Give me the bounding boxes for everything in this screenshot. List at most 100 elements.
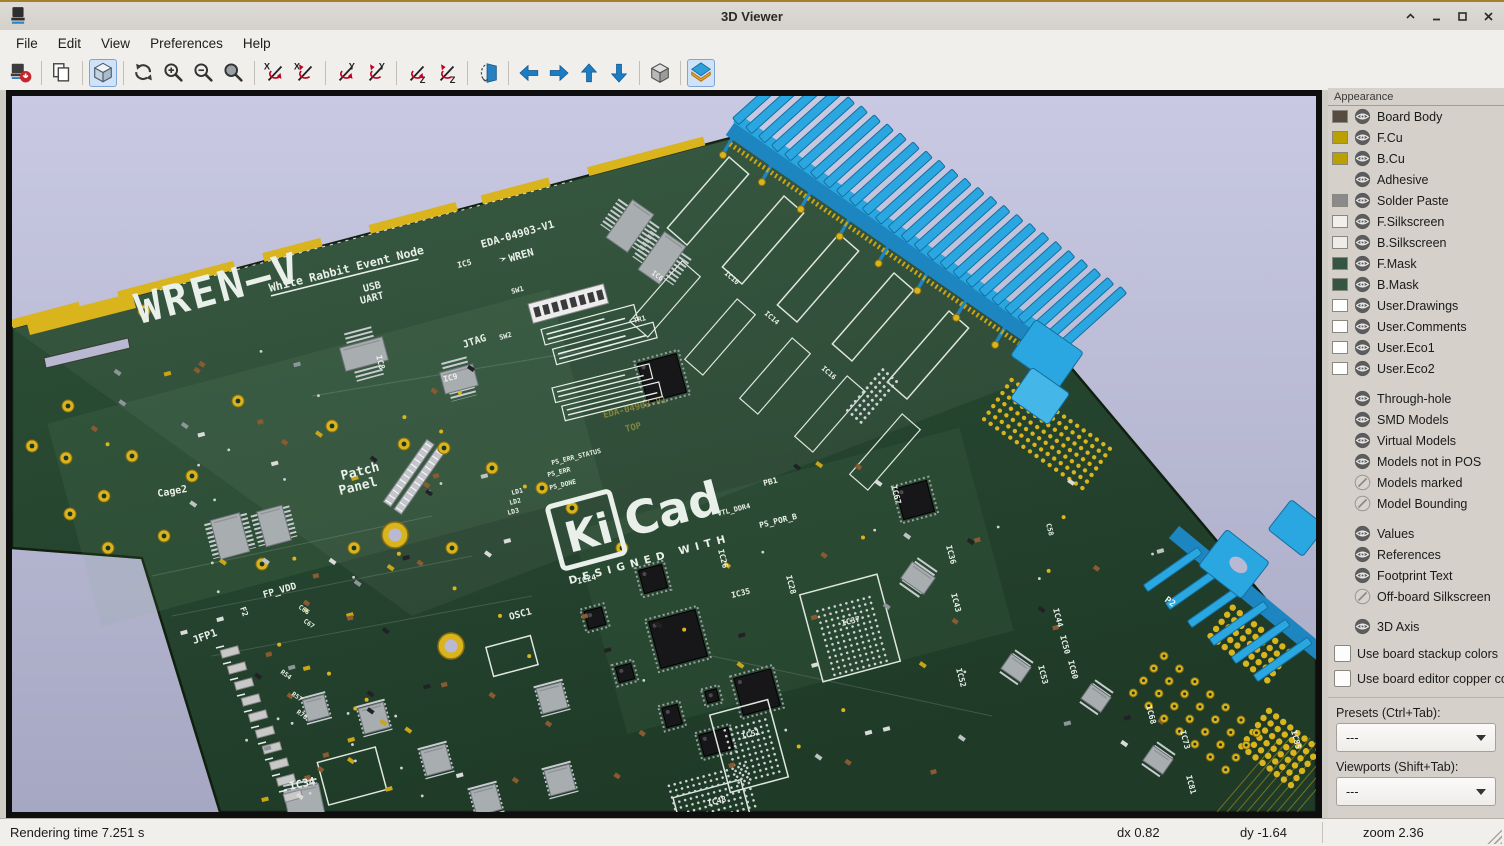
- layer-visibility-toggle[interactable]: [1354, 171, 1371, 188]
- layer-color-swatch[interactable]: [1332, 110, 1348, 123]
- toolbar-pan-up[interactable]: [575, 59, 603, 87]
- visibility-eye-icon: [1354, 432, 1371, 449]
- layer-row-values: Values: [1328, 523, 1504, 544]
- toolbar-rotate-z-clockwise[interactable]: Z: [403, 59, 431, 87]
- visibility-eye-icon: [1354, 297, 1371, 314]
- toolbar-copy-image[interactable]: [48, 59, 76, 87]
- shade-window-button[interactable]: [1400, 7, 1420, 25]
- layer-visibility-toggle[interactable]: [1354, 339, 1371, 356]
- toolbar-rotate-y-counterclockwise[interactable]: Y: [362, 59, 390, 87]
- layer-visibility-toggle[interactable]: [1354, 390, 1371, 407]
- layer-visibility-toggle[interactable]: [1354, 567, 1371, 584]
- checkbox-box[interactable]: [1334, 645, 1351, 662]
- layer-row-user-eco2: User.Eco2: [1328, 358, 1504, 379]
- menu-view[interactable]: View: [91, 33, 140, 54]
- layer-label: SMD Models: [1377, 413, 1449, 427]
- toolbar-view-orientation-cube[interactable]: [89, 59, 117, 87]
- layer-color-swatch[interactable]: [1332, 278, 1348, 291]
- 3d-viewport[interactable]: WREN—VWhite Rabbit Event NodeUSBUARTEDA-…: [6, 90, 1322, 818]
- layer-row-virtual-models: Virtual Models: [1328, 430, 1504, 451]
- checkbox-use-board-editor-copper-colors[interactable]: Use board editor copper colors: [1334, 670, 1504, 687]
- checkbox-box[interactable]: [1334, 670, 1351, 687]
- layer-color-swatch[interactable]: [1332, 215, 1348, 228]
- menu-help[interactable]: Help: [233, 33, 281, 54]
- layer-swatch-placeholder: [1332, 590, 1348, 603]
- layer-swatch-placeholder: [1332, 173, 1348, 186]
- toolbar-rotate-z-counterclockwise[interactable]: Z: [433, 59, 461, 87]
- viewports-dropdown[interactable]: ---: [1336, 777, 1496, 806]
- layer-visibility-toggle[interactable]: [1354, 192, 1371, 209]
- toolbar-zoom-to-fit[interactable]: [220, 59, 248, 87]
- layer-color-swatch[interactable]: [1332, 257, 1348, 270]
- layer-visibility-toggle[interactable]: [1354, 150, 1371, 167]
- layer-visibility-toggle[interactable]: [1354, 276, 1371, 293]
- layer-visibility-toggle[interactable]: [1354, 411, 1371, 428]
- layer-visibility-toggle[interactable]: [1354, 525, 1371, 542]
- layer-row-b-silkscreen: B.Silkscreen: [1328, 232, 1504, 253]
- resize-grip[interactable]: [1485, 827, 1502, 844]
- layer-visibility-toggle[interactable]: [1354, 318, 1371, 335]
- layer-visibility-toggle[interactable]: [1354, 129, 1371, 146]
- visibility-hidden-icon: [1354, 474, 1371, 491]
- layer-visibility-toggle[interactable]: [1354, 453, 1371, 470]
- toolbar-pan-down[interactable]: [605, 59, 633, 87]
- layer-visibility-toggle[interactable]: [1354, 495, 1371, 512]
- toolbar-pan-right[interactable]: [545, 59, 573, 87]
- checkbox-use-board-stackup-colors[interactable]: Use board stackup colors: [1334, 645, 1504, 662]
- statusbar: Rendering time 7.251 s dx 0.82 dy -1.64 …: [0, 818, 1504, 846]
- layer-color-swatch[interactable]: [1332, 299, 1348, 312]
- layer-swatch-placeholder: [1332, 497, 1348, 510]
- chevron-down-icon: [1476, 735, 1486, 741]
- toolbar-pan-left[interactable]: [515, 59, 543, 87]
- layer-visibility-toggle[interactable]: [1354, 546, 1371, 563]
- layer-visibility-toggle[interactable]: [1354, 432, 1371, 449]
- toolbar-redraw[interactable]: [130, 59, 158, 87]
- menu-file[interactable]: File: [6, 33, 48, 54]
- ic-chip: [257, 505, 291, 547]
- layer-visibility-toggle[interactable]: [1354, 213, 1371, 230]
- presets-dropdown[interactable]: ---: [1336, 723, 1496, 752]
- toolbar-rotate-y-clockwise[interactable]: Y: [332, 59, 360, 87]
- visibility-hidden-icon: [1354, 588, 1371, 605]
- toolbar-orthographic-projection[interactable]: [646, 59, 674, 87]
- zoom-out-icon: [192, 61, 216, 85]
- layer-visibility-toggle[interactable]: [1354, 360, 1371, 377]
- layer-visibility-toggle[interactable]: [1354, 588, 1371, 605]
- toolbar-zoom-in[interactable]: [160, 59, 188, 87]
- layer-color-swatch[interactable]: [1332, 341, 1348, 354]
- presets-label: Presets (Ctrl+Tab):: [1336, 706, 1504, 720]
- minimize-button[interactable]: [1426, 7, 1446, 25]
- layer-label: Board Body: [1377, 110, 1442, 124]
- layer-color-swatch[interactable]: [1332, 236, 1348, 249]
- toolbar-rotate-x-counterclockwise[interactable]: X: [291, 59, 319, 87]
- visibility-eye-icon: [1354, 108, 1371, 125]
- menu-edit[interactable]: Edit: [48, 33, 91, 54]
- layer-visibility-toggle[interactable]: [1354, 234, 1371, 251]
- layer-visibility-toggle[interactable]: [1354, 474, 1371, 491]
- layer-color-swatch[interactable]: [1332, 362, 1348, 375]
- layer-label: Off-board Silkscreen: [1377, 590, 1491, 604]
- layer-color-swatch[interactable]: [1332, 320, 1348, 333]
- layer-row-references: References: [1328, 544, 1504, 565]
- toolbar-rotate-x-clockwise[interactable]: X: [261, 59, 289, 87]
- toolbar-zoom-out[interactable]: [190, 59, 218, 87]
- layer-visibility-toggle[interactable]: [1354, 255, 1371, 272]
- menu-preferences[interactable]: Preferences: [140, 33, 233, 54]
- layer-visibility-toggle[interactable]: [1354, 297, 1371, 314]
- orthographic-projection-icon: [648, 61, 672, 85]
- toolbar-flip-board[interactable]: [474, 59, 502, 87]
- layer-color-swatch[interactable]: [1332, 194, 1348, 207]
- layer-color-swatch[interactable]: [1332, 131, 1348, 144]
- layer-visibility-toggle[interactable]: [1354, 618, 1371, 635]
- toolbar-separator: [680, 61, 681, 85]
- toolbar-appearance-layers[interactable]: [687, 59, 715, 87]
- layer-label: B.Silkscreen: [1377, 236, 1446, 250]
- toolbar-reload-board[interactable]: [7, 59, 35, 87]
- layer-swatch-placeholder: [1332, 548, 1348, 561]
- visibility-eye-icon: [1354, 525, 1371, 542]
- close-button[interactable]: [1478, 7, 1498, 25]
- layer-color-swatch[interactable]: [1332, 152, 1348, 165]
- layer-visibility-toggle[interactable]: [1354, 108, 1371, 125]
- redraw-icon: [132, 61, 156, 85]
- maximize-button[interactable]: [1452, 7, 1472, 25]
